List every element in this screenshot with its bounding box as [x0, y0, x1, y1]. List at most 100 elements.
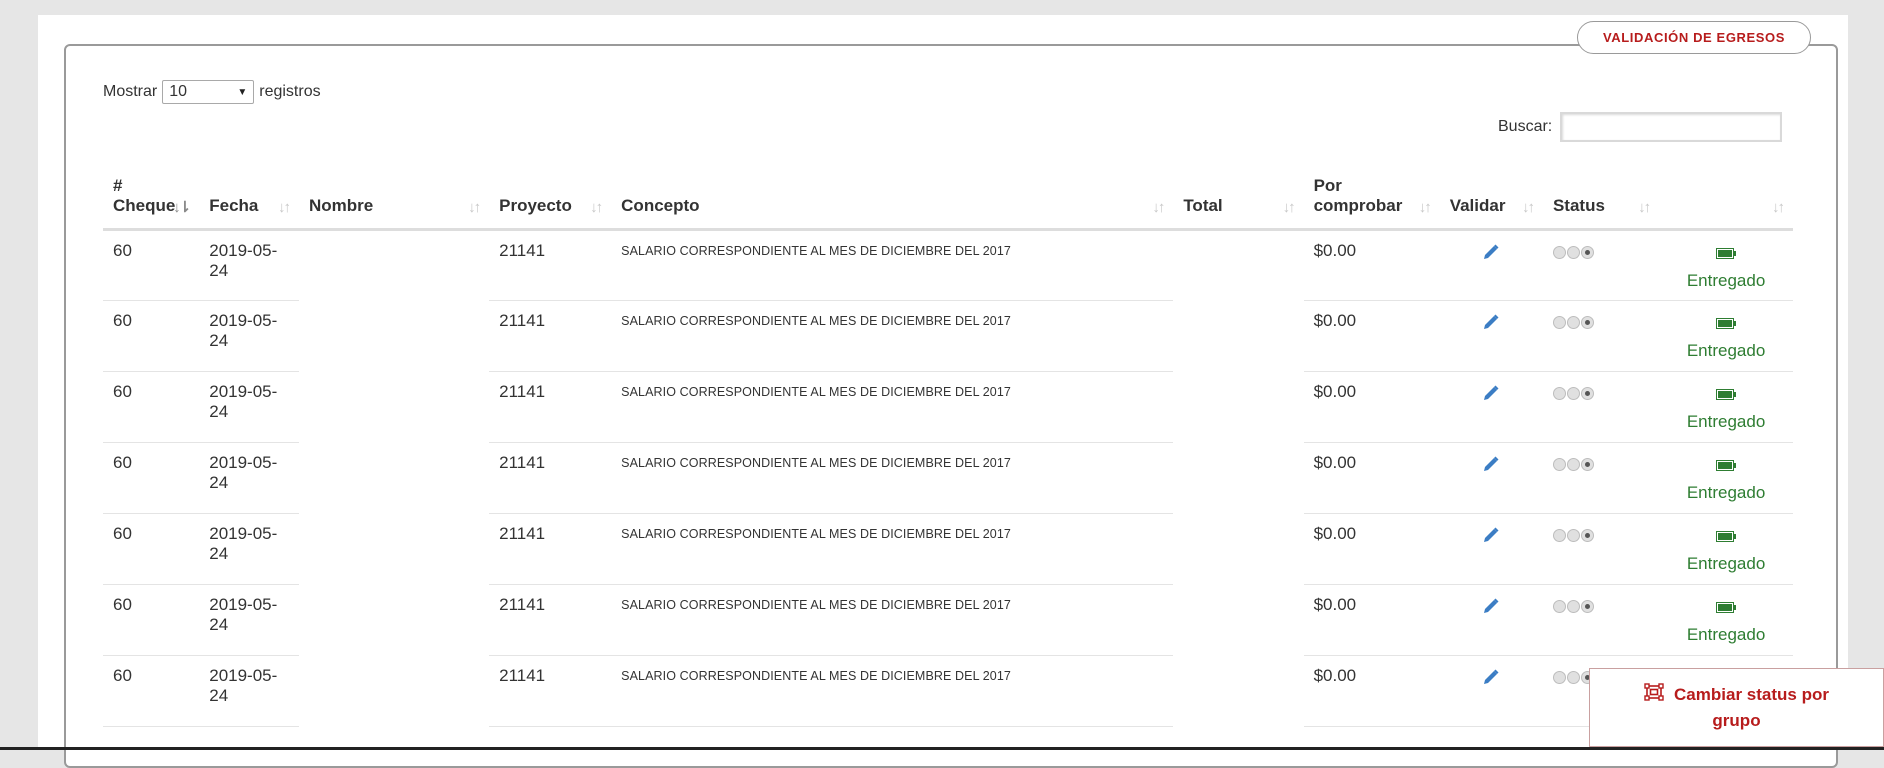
- sort-arrows-icon: ↓↑: [590, 199, 603, 216]
- cell-proyecto: 21141: [489, 371, 612, 443]
- cell-por-comprobar: $0.00: [1303, 442, 1440, 514]
- column-header-validar[interactable]: Validar ↓↑: [1439, 165, 1543, 231]
- three-dot-status-icon[interactable]: [1552, 458, 1594, 471]
- cell-validar: [1439, 371, 1543, 443]
- three-dot-status-icon[interactable]: [1552, 316, 1594, 329]
- status-dot-active: [1580, 387, 1594, 400]
- column-header-por-comprobar[interactable]: Por comprobar ↓↑: [1303, 165, 1440, 231]
- search-control: Buscar:: [1498, 112, 1783, 142]
- three-dot-status-icon[interactable]: [1552, 529, 1594, 542]
- table-row: 60 2019-05- 24 21141 SALARIO CORRESPONDIENTE…: [103, 300, 1793, 372]
- cell-cheque: 60: [103, 513, 200, 585]
- cell-por-comprobar: $0.00: [1303, 371, 1440, 443]
- status-dot: [1552, 246, 1566, 259]
- sort-arrows-icon: ↓↑: [1152, 199, 1165, 216]
- search-input[interactable]: [1560, 112, 1783, 142]
- column-header-estado[interactable]: ↓↑: [1659, 165, 1793, 231]
- table-row: 60 2019-05- 24 21141 SALARIO CORRESPONDIENTE…: [103, 371, 1793, 443]
- cell-por-comprobar: $0.00: [1303, 300, 1440, 372]
- status-dot: [1566, 600, 1580, 613]
- cell-total: [1173, 301, 1303, 372]
- cell-nombre: [299, 443, 489, 514]
- column-header-concepto[interactable]: Concepto ↓↑: [611, 165, 1174, 231]
- pencil-icon[interactable]: [1450, 313, 1533, 331]
- cheque-number: 60: [113, 382, 132, 401]
- sort-arrows-icon: ↓↑: [277, 199, 291, 216]
- pencil-icon[interactable]: [1450, 597, 1533, 615]
- select-group-icon: [1644, 683, 1664, 708]
- cell-status: [1542, 371, 1660, 443]
- column-header-fecha[interactable]: Fecha ↓↑: [199, 165, 299, 231]
- header-label: Cheque: [113, 196, 176, 215]
- column-header-status[interactable]: Status ↓↑: [1542, 165, 1660, 231]
- header-label: Validar: [1449, 196, 1506, 215]
- three-dot-status-icon[interactable]: [1552, 600, 1594, 613]
- three-dot-status-icon[interactable]: [1552, 671, 1594, 684]
- pencil-icon[interactable]: [1450, 526, 1533, 544]
- cell-total: [1173, 585, 1303, 656]
- column-header-total[interactable]: Total ↓↑: [1173, 165, 1304, 231]
- battery-icon: [1669, 598, 1783, 618]
- fecha-text: 2019-05-: [209, 666, 278, 685]
- header-label: Nombre: [308, 196, 374, 215]
- estado-label: Entregado: [1686, 271, 1766, 290]
- fecha-text: 24: [209, 473, 229, 492]
- cell-proyecto: 21141: [489, 229, 612, 301]
- cell-por-comprobar: $0.00: [1303, 584, 1440, 656]
- estado-label: Entregado: [1686, 412, 1766, 431]
- page-length-value: 10: [169, 83, 188, 100]
- cheque-number: 60: [113, 666, 132, 685]
- table-row: 60 2019-05- 24 21141 SALARIO CORRESPONDIENTE…: [103, 655, 1793, 727]
- cell-fecha: 2019-05- 24: [199, 300, 299, 372]
- header-label: Fecha: [209, 196, 259, 215]
- pencil-icon[interactable]: [1450, 243, 1533, 261]
- cell-concepto: SALARIO CORRESPONDIENTE AL MES DE DICIEM…: [611, 442, 1174, 514]
- table-header-row: # Cheque ↓⇂ Fecha ↓↑ Nombre ↓↑ Proyecto …: [103, 165, 1793, 231]
- column-header-cheque[interactable]: # Cheque ↓⇂: [103, 165, 200, 231]
- cell-concepto: SALARIO CORRESPONDIENTE AL MES DE DICIEM…: [611, 513, 1174, 585]
- chevron-down-icon: ▼: [237, 86, 248, 98]
- estado-label: Entregado: [1686, 341, 1766, 360]
- cell-status: [1542, 300, 1660, 372]
- three-dot-status-icon[interactable]: [1552, 387, 1594, 400]
- length-prefix-label: Mostrar: [103, 83, 158, 100]
- status-dot: [1552, 387, 1566, 400]
- cell-fecha: 2019-05- 24: [199, 442, 299, 514]
- table-row: 60 2019-05- 24 21141 SALARIO CORRESPONDIENTE…: [103, 229, 1793, 301]
- battery-icon: [1669, 385, 1783, 405]
- cell-por-comprobar: $0.00: [1303, 655, 1440, 727]
- sort-arrows-icon: ↓↑: [1521, 199, 1535, 216]
- search-label: Buscar:: [1498, 118, 1553, 135]
- cell-estado: Entregado: [1659, 584, 1793, 656]
- page-length-select[interactable]: 10 ▼: [162, 80, 255, 104]
- status-dot: [1552, 316, 1566, 329]
- three-dot-status-icon[interactable]: [1552, 246, 1594, 259]
- fecha-text: 2019-05-: [209, 311, 278, 330]
- pencil-icon[interactable]: [1450, 384, 1533, 402]
- cell-fecha: 2019-05- 24: [199, 371, 299, 443]
- length-suffix-label: registros: [259, 83, 321, 100]
- column-header-proyecto[interactable]: Proyecto ↓↑: [489, 165, 612, 231]
- status-dot: [1552, 600, 1566, 613]
- fecha-text: 24: [209, 331, 229, 350]
- pencil-icon[interactable]: [1450, 668, 1533, 686]
- status-dot-active: [1580, 316, 1594, 329]
- cell-por-comprobar: $0.00: [1303, 513, 1440, 585]
- cell-cheque: 60: [103, 300, 200, 372]
- status-dot: [1552, 529, 1566, 542]
- pencil-icon[interactable]: [1450, 455, 1533, 473]
- status-dot: [1552, 458, 1566, 471]
- fecha-text: 2019-05-: [209, 453, 278, 472]
- cell-proyecto: 21141: [489, 513, 612, 585]
- group-button-label-line1: Cambiar status por: [1674, 684, 1829, 704]
- cell-status: [1542, 229, 1660, 301]
- column-header-nombre[interactable]: Nombre ↓↑: [298, 165, 490, 231]
- change-status-by-group-button[interactable]: Cambiar status por grupo: [1589, 668, 1884, 747]
- fecha-text: 24: [209, 544, 229, 563]
- cell-validar: [1439, 229, 1543, 301]
- sort-arrows-icon: ↓↑: [1282, 199, 1296, 216]
- cell-total: [1173, 514, 1303, 585]
- cell-cheque: 60: [103, 371, 200, 443]
- table-row: 60 2019-05- 24 21141 SALARIO CORRESPONDIENTE…: [103, 584, 1793, 656]
- cheque-number: 60: [113, 524, 132, 543]
